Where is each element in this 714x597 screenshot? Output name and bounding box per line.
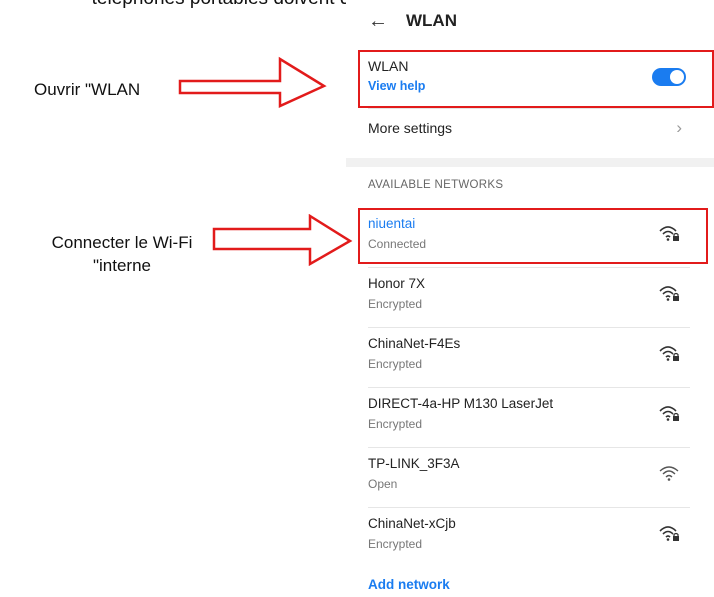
page-title: WLAN (406, 11, 457, 30)
wifi-locked-icon (658, 344, 680, 362)
arrow-right-icon (212, 214, 353, 266)
network-name: Honor 7X (368, 276, 426, 291)
available-networks-title: AVAILABLE NETWORKS (368, 179, 504, 191)
chevron-right-icon: › (676, 118, 682, 137)
add-network-button[interactable]: Add network (368, 577, 450, 592)
wifi-locked-icon (658, 524, 680, 542)
arrow-right-icon (178, 56, 327, 108)
wlan-highlight-box (358, 50, 714, 108)
network-list: niuentai Connected Honor 7X Encrypted ChinaN… (368, 214, 702, 574)
network-status: Encrypted (368, 297, 423, 311)
network-name: TP-LINK_3F3A (368, 456, 460, 471)
network-name: DIRECT-4a-HP M130 LaserJet (368, 396, 554, 411)
wifi-open-icon (658, 464, 680, 482)
more-settings-label: More settings (368, 120, 453, 136)
wifi-locked-icon (658, 404, 680, 422)
arrow-left-icon[interactable]: ← (368, 10, 392, 33)
network-item[interactable]: DIRECT-4a-HP M130 LaserJet Encrypted (368, 394, 702, 454)
network-status: Encrypted (368, 417, 423, 431)
network-item[interactable]: TP-LINK_3F3A Open (368, 454, 702, 514)
section-separator (346, 158, 714, 167)
divider (368, 108, 690, 109)
network-name: ChinaNet-xCjb (368, 516, 456, 531)
annotation-open-wlan: Ouvrir "WLAN (34, 80, 141, 99)
network-status: Encrypted (368, 537, 423, 551)
annotation-connect-wifi-line1: Connecter le Wi-Fi (51, 233, 193, 252)
network-item[interactable]: ChinaNet-xCjb Encrypted (368, 514, 702, 574)
topbar: ← WLAN (368, 6, 457, 36)
annotation-connect-wifi-line2: "interne (92, 256, 151, 275)
connected-network-highlight-box (358, 208, 708, 264)
network-name: ChinaNet-F4Es (368, 336, 461, 351)
network-status: Encrypted (368, 357, 423, 371)
more-settings-row[interactable]: More settings › (368, 118, 688, 144)
network-item[interactable]: ChinaNet-F4Es Encrypted (368, 334, 702, 394)
network-item[interactable]: Honor 7X Encrypted (368, 274, 702, 334)
annotation-connect-wifi: Connecter le Wi-Fi "interne (28, 231, 216, 277)
network-status: Open (368, 477, 398, 491)
wifi-locked-icon (658, 284, 680, 302)
